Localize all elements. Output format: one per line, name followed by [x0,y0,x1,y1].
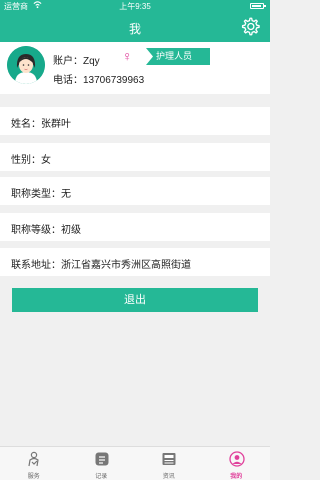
name-value: 姓名：张群叶 [11,119,71,130]
info-row-address: 联系地址：浙江省嘉兴市秀洲区高照街道 [0,248,270,276]
female-gender-icon: ♀ [122,48,133,64]
record-icon [94,451,110,467]
role-badge: 护理人员 [146,48,210,65]
news-icon [161,451,177,467]
gear-icon[interactable] [240,17,260,37]
service-icon [26,451,42,467]
status-bar: 运营商 上午9:35 [0,0,270,12]
gender-value: 性别：女 [11,155,51,166]
tab-service[interactable]: 服务 [0,447,68,480]
user-icon [228,451,245,467]
info-row-gender: 性别：女 [0,143,270,171]
address-value: 联系地址：浙江省嘉兴市秀洲区高照街道 [11,260,191,271]
battery-icon [250,3,266,9]
account-label: 账户：Zqy [53,56,100,67]
nav-bar: 我 [0,12,270,42]
tab-news[interactable]: 资讯 [135,447,203,480]
page-title: 我 [128,22,141,36]
title-level-value: 职称等级：初级 [11,225,81,236]
profile-card: 账户：Zqy 电话：13706739963 ♀ 护理人员 [0,42,270,94]
title-type-value: 职称类型：无 [11,189,71,200]
phone-label: 电话：13706739963 [53,75,145,86]
logout-button[interactable]: 退出 [12,288,258,312]
info-row-title-type: 职称类型：无 [0,177,270,205]
info-row-title-level: 职称等级：初级 [0,213,270,241]
tab-label: 资讯 [162,474,175,480]
tab-mine[interactable]: 我的 [203,447,271,480]
female-avatar-icon [7,46,45,84]
status-time: 上午9:35 [119,2,151,11]
battery-level [252,5,261,7]
tab-label: 我的 [230,474,243,480]
tab-label: 服务 [27,474,40,480]
tab-bar: 服务 记录 资讯 我的 [0,446,270,480]
info-row-name: 姓名：张群叶 [0,107,270,135]
tab-label: 记录 [95,474,108,480]
tab-record[interactable]: 记录 [68,447,136,480]
